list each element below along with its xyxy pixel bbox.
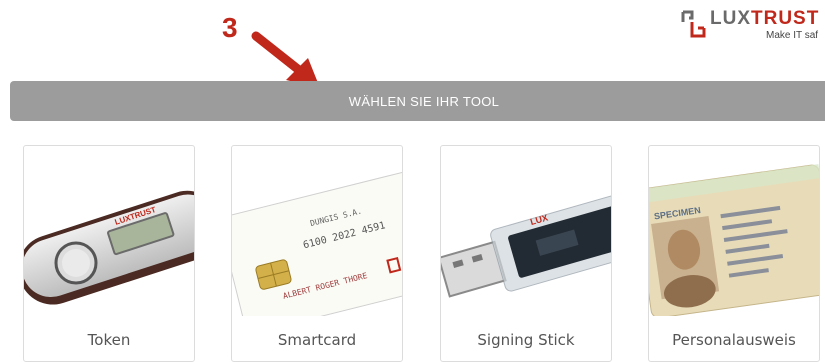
logo-wordmark-part2: TRUST	[751, 8, 820, 29]
step-number-annotation: 3	[222, 12, 238, 43]
choose-tool-banner: WÄHLEN SIE IHR TOOL	[10, 81, 825, 121]
tool-label: Signing Stick	[477, 331, 575, 349]
usb-stick-icon: LUX	[441, 193, 611, 298]
tool-card-token[interactable]: LUXTRUST Token	[23, 145, 195, 362]
logo-wordmark: LUXTRUST	[710, 8, 819, 30]
tool-label: Smartcard	[277, 331, 357, 349]
banner-title: WÄHLEN SIE IHR TOOL	[348, 93, 500, 109]
smartcard-icon: DUNGIS S.A. 6100 2022 4591 ALBERT ROGER …	[232, 171, 402, 316]
logo-tagline: Make IT saf	[766, 30, 819, 41]
tool-label: Personalausweis	[672, 331, 796, 349]
tool-card-smartcard[interactable]: DUNGIS S.A. 6100 2022 4591 ALBERT ROGER …	[231, 145, 403, 362]
tool-label: Token	[87, 331, 131, 349]
logo-wordmark-part1: LUX	[710, 8, 751, 29]
id-card-icon: SPECIMEN	[649, 164, 819, 316]
tool-card-signing-stick[interactable]: LUX Signing Stick	[440, 145, 612, 362]
luxtrust-logo: LUXTRUST Make IT saf	[680, 8, 825, 48]
token-device-icon: LUXTRUST	[24, 190, 194, 305]
luxtrust-bracket-icon	[681, 10, 706, 38]
tool-card-personalausweis[interactable]: SPECIMEN Personalausweis	[648, 145, 820, 362]
